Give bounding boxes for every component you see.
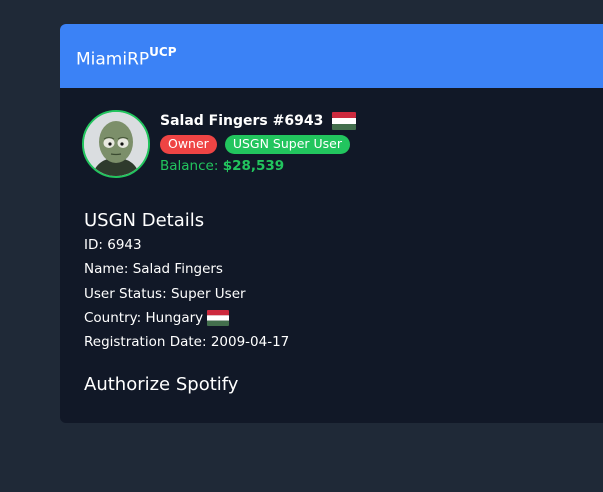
detail-name-value: Salad Fingers bbox=[132, 261, 223, 278]
detail-registration-value: 2009-04-17 bbox=[210, 334, 290, 351]
usgn-details: USGN Details ID: 6943 Name: Salad Finger… bbox=[84, 210, 289, 354]
avatar bbox=[82, 110, 150, 178]
username-row: Salad Fingers #6943 bbox=[160, 110, 357, 132]
balance-value: $28,539 bbox=[222, 158, 285, 174]
usgn-details-heading: USGN Details bbox=[84, 210, 205, 231]
detail-country-value: Hungary bbox=[145, 309, 204, 326]
balance-label: Balance: bbox=[160, 158, 219, 174]
super-user-badge: USGN Super User bbox=[224, 135, 351, 154]
user-profile: Salad Fingers #6943 Owner USGN Super Use… bbox=[82, 110, 357, 178]
brand-logo[interactable]: MiamiRPUCP bbox=[76, 44, 177, 70]
profile-card: MiamiRPUCP Salad Fingers #6943 Owner USG… bbox=[60, 24, 603, 423]
username: Salad Fingers #6943 bbox=[160, 113, 324, 129]
detail-status-label: User Status: bbox=[84, 285, 167, 302]
detail-status: User Status: Super User bbox=[84, 282, 289, 306]
detail-country: Country: Hungary bbox=[84, 306, 289, 330]
owner-badge: Owner bbox=[160, 135, 217, 154]
card-header: MiamiRPUCP bbox=[60, 24, 603, 88]
authorize-spotify-link[interactable]: Authorize Spotify bbox=[84, 374, 238, 395]
profile-info: Salad Fingers #6943 Owner USGN Super Use… bbox=[160, 110, 357, 178]
brand-superscript: UCP bbox=[149, 44, 177, 59]
detail-status-value: Super User bbox=[170, 285, 246, 302]
balance: Balance: $28,539 bbox=[160, 158, 356, 174]
detail-registration: Registration Date: 2009-04-17 bbox=[84, 330, 289, 354]
avatar-image bbox=[84, 112, 148, 176]
detail-id-label: ID: bbox=[84, 237, 103, 253]
detail-name: Name: Salad Fingers bbox=[84, 257, 289, 281]
hungary-flag-icon bbox=[207, 310, 230, 327]
brand-name: MiamiRP bbox=[76, 49, 150, 70]
detail-id-value: 6943 bbox=[107, 237, 142, 253]
hungary-flag-icon bbox=[332, 112, 357, 130]
role-badges: Owner USGN Super User bbox=[160, 135, 356, 154]
detail-country-label: Country: bbox=[84, 309, 142, 326]
detail-name-label: Name: bbox=[84, 261, 129, 278]
detail-registration-label: Registration Date: bbox=[84, 334, 207, 351]
detail-id: ID: 6943 bbox=[84, 233, 289, 257]
